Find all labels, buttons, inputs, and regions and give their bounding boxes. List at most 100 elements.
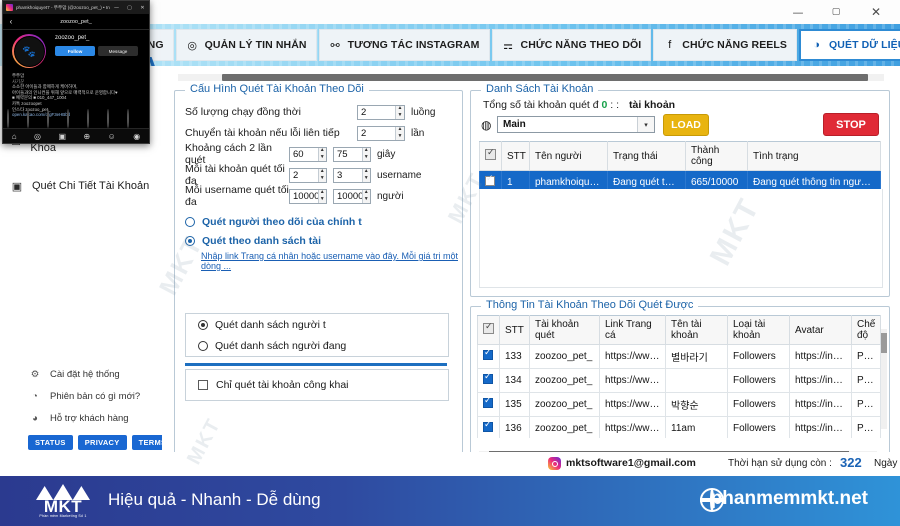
max-people-max-input[interactable]	[334, 189, 362, 203]
error-count-stepper[interactable]: ▲▼	[357, 125, 405, 141]
account-list-header-trang-thai[interactable]: Trạng thái	[607, 141, 686, 171]
account-list-header-stt[interactable]: STT	[501, 141, 530, 171]
highlight-item[interactable]	[67, 109, 85, 128]
stepper-arrows[interactable]: ▲ ▼	[317, 168, 326, 182]
sidebar-item-phien-ban-co-gi-moi[interactable]: ◔ Phiên bản có gì mới?	[0, 385, 162, 407]
config-hint-link[interactable]: Nhập link Trang cá nhân hoặc username và…	[175, 251, 462, 271]
table-row[interactable]: 136 zoozoo_pet_ https://www.ins... 11am …	[477, 416, 881, 438]
sidebar-item-quet-chi-tiet-tai-khoan[interactable]: ▣ Quét Chi Tiết Tài Khoản	[0, 172, 162, 200]
checkbox-chi-quet-tai-khoan-cong-khai[interactable]: Chỉ quét tài khoản công khai	[186, 370, 448, 400]
account-list-header-thanh-cong[interactable]: Thành công	[685, 141, 748, 171]
load-button[interactable]: LOAD	[663, 114, 709, 136]
row-checkbox-cell[interactable]	[477, 368, 500, 393]
stepper-arrows[interactable]: ▲ ▼	[361, 168, 370, 182]
stepper-arrows[interactable]: ▲ ▼	[361, 147, 370, 161]
table-row[interactable]: 135 zoozoo_pet_ https://www.ins... 박향순 F…	[477, 392, 881, 417]
tab-quet-du-lieu[interactable]: ◑ QUÉT DỮ LIỆU	[799, 29, 900, 61]
select-all-checkbox-icon[interactable]	[485, 147, 496, 160]
row-checkbox-icon[interactable]	[483, 347, 493, 360]
checkbox-icon[interactable]	[198, 380, 208, 390]
max-username-max-stepper[interactable]: ▲▼	[333, 167, 371, 183]
highlight-item[interactable]	[47, 109, 65, 128]
content-horizontal-scrollbar[interactable]	[178, 74, 884, 81]
sidebar-item-ho-tro-khach-hang[interactable]: ◕ Hỗ trợ khách hàng	[0, 407, 162, 429]
scanned-info-header-tai-khoan-quet[interactable]: Tài khoản quét	[529, 315, 600, 345]
reels-icon[interactable]: ▣	[58, 132, 66, 141]
scanned-info-header-loai-tai-khoan[interactable]: Loại tài khoản	[727, 315, 790, 345]
tab-quan-ly-tin-nhan[interactable]: ◎ QUẢN LÝ TIN NHẮN	[175, 29, 317, 61]
table-row[interactable]: 133 zoozoo_pet_ https://www.ins... 별바라기 …	[477, 344, 881, 369]
max-username-max-input[interactable]	[334, 168, 362, 182]
account-list-header-select[interactable]	[479, 141, 502, 171]
error-count-input[interactable]	[358, 126, 395, 140]
row-checkbox-cell[interactable]	[477, 344, 500, 369]
scrollbar-thumb[interactable]	[881, 333, 887, 353]
stepper-arrows[interactable]: ▲ ▼	[394, 105, 404, 119]
stepper-arrows[interactable]: ▲ ▼	[317, 147, 326, 161]
privacy-pill[interactable]: PRIVACY	[77, 435, 127, 450]
select-all-checkbox-icon[interactable]	[483, 321, 494, 334]
avatar[interactable]: 🐾	[12, 34, 46, 68]
scanned-info-header-select[interactable]	[477, 315, 500, 345]
status-pill[interactable]: STATUS	[28, 435, 73, 450]
radio-quet-danh-sach-nguoi-dang[interactable]: Quét danh sách người đang	[186, 335, 448, 356]
instagram-maximize-button[interactable]: ▢	[123, 5, 136, 11]
tab-chuc-nang-theo-doi[interactable]: ⚎ CHỨC NĂNG THEO DÕI	[491, 29, 652, 61]
highlight-item[interactable]	[127, 109, 145, 128]
scanned-info-header-stt[interactable]: STT	[499, 315, 530, 345]
max-people-max-stepper[interactable]: ▲▼	[333, 188, 371, 204]
scanned-info-header-ten-tai-khoan[interactable]: Tên tài khoản	[665, 315, 728, 345]
create-icon[interactable]: ⊕	[83, 132, 90, 141]
threads-input[interactable]	[358, 105, 395, 119]
instagram-browser-window[interactable]: phamkhoiquyet7 - 쭈쭈맘 (@zoozoo_pet_) • In…	[2, 0, 150, 144]
scrollbar-thumb[interactable]	[222, 74, 868, 81]
stepper-arrows[interactable]: ▲ ▼	[394, 126, 404, 140]
chevron-down-icon[interactable]: ▾	[637, 117, 654, 132]
table-row[interactable]: 134 zoozoo_pet_ https://www.ins... Follo…	[477, 368, 881, 393]
instagram-minimize-button[interactable]: —	[110, 5, 123, 11]
row-checkbox-cell[interactable]	[477, 392, 500, 417]
account-group-select[interactable]: Main ▾	[497, 116, 655, 133]
radio-quet-danh-sach-nguoi-theo-doi[interactable]: Quét danh sách người t	[186, 314, 448, 335]
home-icon[interactable]: ⌂	[12, 132, 17, 141]
row-checkbox-icon[interactable]	[483, 371, 493, 384]
stop-button[interactable]: STOP	[823, 113, 879, 136]
activity-icon[interactable]: ☺	[108, 132, 116, 141]
row-checkbox-icon[interactable]	[483, 419, 493, 432]
stepper-arrows[interactable]: ▲ ▼	[361, 189, 370, 203]
interval-max-input[interactable]	[334, 147, 362, 161]
highlight-item[interactable]	[7, 109, 25, 128]
explore-icon[interactable]: ◎	[34, 132, 41, 141]
scanned-info-vertical-scrollbar[interactable]	[881, 329, 887, 429]
max-username-min-input[interactable]	[290, 168, 318, 182]
row-checkbox-icon[interactable]	[483, 395, 493, 408]
max-people-min-input[interactable]	[290, 189, 318, 203]
max-username-min-stepper[interactable]: ▲▼	[289, 167, 327, 183]
highlight-item[interactable]	[27, 109, 45, 128]
row-checkbox-icon[interactable]	[485, 173, 495, 186]
message-button[interactable]: Message	[98, 46, 138, 56]
tab-chuc-nang-reels[interactable]: f CHỨC NĂNG REELS	[653, 29, 798, 61]
instagram-close-button[interactable]: ✕	[136, 5, 149, 11]
window-minimize-button[interactable]: —	[780, 0, 816, 24]
window-maximize-button[interactable]: ▢	[818, 0, 854, 24]
scanned-info-header-che-do[interactable]: Chế độ	[851, 315, 881, 345]
account-list-header-ten-nguoi[interactable]: Tên người	[529, 141, 608, 171]
account-list-header-tinh-trang[interactable]: Tình trạng	[747, 141, 881, 171]
sidebar-item-cai-dat-he-thong[interactable]: ⚙ Cài đặt hệ thống	[0, 363, 162, 385]
clock-icon[interactable]: ◍	[481, 118, 491, 132]
scanned-info-header-link[interactable]: Link Trang cá	[599, 315, 666, 345]
interval-max-stepper[interactable]: ▲▼	[333, 146, 371, 162]
row-checkbox-cell[interactable]	[477, 416, 500, 438]
threads-stepper[interactable]: ▲▼	[357, 104, 405, 120]
radio-quet-nguoi-theo-doi-cua-chinh-toi[interactable]: Quét người theo dõi của chính t	[175, 212, 462, 231]
follow-button[interactable]: Follow	[55, 46, 95, 56]
interval-min-stepper[interactable]: ▲▼	[289, 146, 327, 162]
scanned-info-header-avatar[interactable]: Avatar	[789, 315, 852, 345]
profile-icon[interactable]: ◉	[133, 132, 140, 141]
tab-tuong-tac-instagram[interactable]: ⚯ TƯƠNG TÁC INSTAGRAM	[318, 29, 490, 61]
interval-min-input[interactable]	[290, 147, 318, 161]
highlight-item[interactable]	[87, 109, 105, 128]
highlight-item[interactable]	[107, 109, 125, 128]
window-close-button[interactable]: ✕	[858, 0, 894, 24]
